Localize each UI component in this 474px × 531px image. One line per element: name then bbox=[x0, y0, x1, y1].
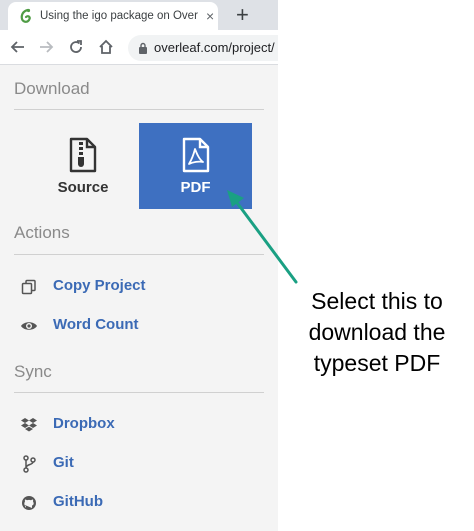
github-item[interactable]: GitHub bbox=[20, 491, 260, 515]
tab-strip: Using the igo package on Overleaf × + bbox=[0, 0, 278, 30]
zip-file-icon bbox=[69, 137, 97, 173]
address-bar: overleaf.com/project/ bbox=[0, 30, 278, 65]
lock-icon bbox=[139, 42, 147, 54]
github-icon bbox=[20, 494, 38, 512]
git-icon bbox=[20, 455, 38, 473]
github-label: GitHub bbox=[53, 493, 103, 510]
reload-icon[interactable] bbox=[66, 37, 86, 57]
overleaf-logo-icon bbox=[20, 8, 31, 23]
sync-section-title: Sync bbox=[14, 362, 52, 381]
divider bbox=[14, 254, 264, 255]
dropbox-item[interactable]: Dropbox bbox=[20, 413, 260, 437]
back-icon[interactable] bbox=[8, 37, 28, 57]
copy-project-label: Copy Project bbox=[53, 277, 146, 294]
project-menu-sidebar: Download Source PDF Actions Copy Project… bbox=[0, 65, 278, 531]
browser-window: Using the igo package on Overleaf × + ov… bbox=[0, 0, 278, 531]
eye-icon bbox=[20, 317, 38, 335]
url-text: overleaf.com/project/ bbox=[154, 40, 275, 55]
new-tab-icon[interactable]: + bbox=[236, 2, 249, 28]
dropbox-icon bbox=[20, 416, 38, 434]
copy-project-item[interactable]: Copy Project bbox=[20, 275, 260, 299]
forward-icon[interactable] bbox=[36, 37, 56, 57]
divider bbox=[14, 392, 264, 393]
dropbox-label: Dropbox bbox=[53, 415, 115, 432]
word-count-item[interactable]: Word Count bbox=[20, 314, 260, 338]
pdf-file-icon bbox=[182, 137, 209, 173]
download-source-button[interactable]: Source bbox=[30, 123, 136, 209]
divider bbox=[14, 109, 264, 110]
actions-section-title: Actions bbox=[14, 223, 70, 242]
browser-tab[interactable]: Using the igo package on Overleaf × bbox=[8, 2, 218, 30]
source-label: Source bbox=[57, 179, 109, 196]
download-pdf-button[interactable]: PDF bbox=[139, 123, 252, 209]
pdf-label: PDF bbox=[180, 179, 211, 196]
tab-close-icon[interactable]: × bbox=[206, 8, 214, 24]
word-count-label: Word Count bbox=[53, 316, 139, 333]
annotation-text: Select this to download the typeset PDF bbox=[308, 288, 446, 376]
copy-icon bbox=[20, 278, 38, 296]
git-label: Git bbox=[53, 454, 74, 471]
tab-title: Using the igo package on Overleaf bbox=[40, 10, 198, 22]
home-icon[interactable] bbox=[96, 37, 116, 57]
download-section-title: Download bbox=[14, 79, 90, 98]
url-field[interactable]: overleaf.com/project/ bbox=[128, 35, 278, 61]
git-item[interactable]: Git bbox=[20, 452, 260, 476]
